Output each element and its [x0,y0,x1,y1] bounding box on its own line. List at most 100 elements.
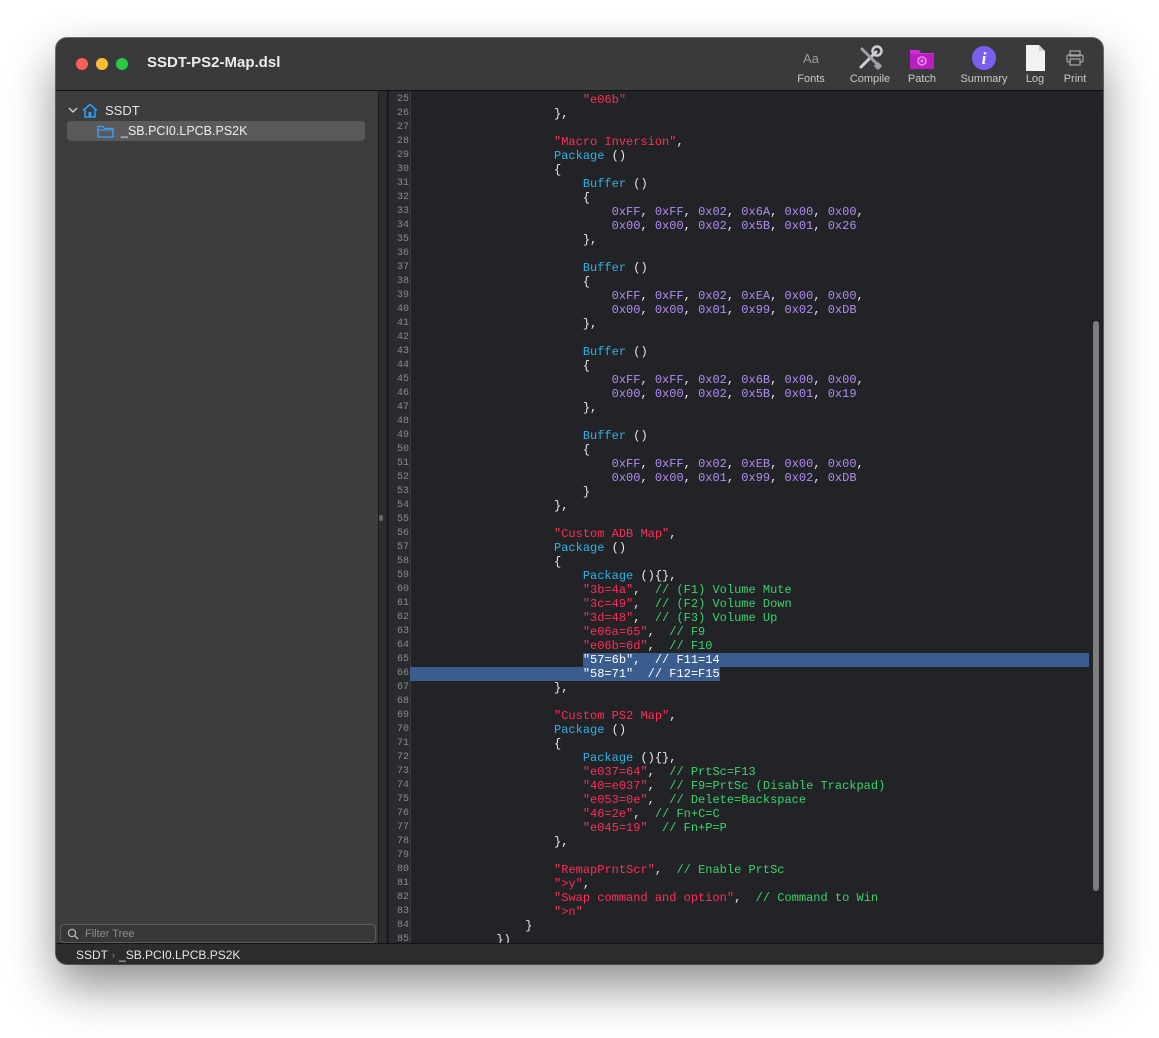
line-text[interactable]: 0xFF, 0xFF, 0x02, 0xEB, 0x00, 0x00, [410,457,864,471]
line-text[interactable]: "Custom ADB Map", [410,527,676,541]
line-text[interactable]: "3c=49", // (F2) Volume Down [410,597,792,611]
line-text[interactable]: "e06b" [410,93,626,107]
line-text[interactable]: "Macro Inversion", [410,135,684,149]
zoom-window-button[interactable] [116,58,128,70]
summary-button[interactable]: i Summary [956,44,1012,88]
code-line[interactable]: 46 0x00, 0x00, 0x02, 0x5B, 0x01, 0x19 [397,387,1089,401]
line-text[interactable]: }, [410,401,597,415]
line-text[interactable]: { [410,275,590,289]
line-text[interactable]: } [410,485,590,499]
line-text[interactable]: 0xFF, 0xFF, 0x02, 0xEA, 0x00, 0x00, [410,289,864,303]
line-text[interactable]: Package (){}, [410,751,677,765]
code-line[interactable]: 76 "46=2e", // Fn+C=C [397,807,1089,821]
code-line[interactable]: 47 }, [397,401,1089,415]
code-line[interactable]: 36 [397,247,1089,261]
code-line[interactable]: 43 Buffer () [397,345,1089,359]
close-window-button[interactable] [76,58,88,70]
code-line[interactable]: 35 }, [397,233,1089,247]
line-text[interactable]: "46=2e", // Fn+C=C [410,807,720,821]
line-text[interactable]: 0x00, 0x00, 0x01, 0x99, 0x02, 0xDB [410,471,857,485]
line-text[interactable]: { [410,191,590,205]
code-area[interactable]: 25 "e06b" 26 }, 27 28 "Macro Inversion", 29 … [397,91,1089,943]
code-line[interactable]: 61 "3c=49", // (F2) Volume Down [397,597,1089,611]
line-text[interactable]: Buffer () [410,177,648,191]
line-text[interactable]: { [410,443,590,457]
line-text[interactable]: 0x00, 0x00, 0x02, 0x5B, 0x01, 0x26 [410,219,857,233]
line-text[interactable]: 0xFF, 0xFF, 0x02, 0x6A, 0x00, 0x00, [410,205,864,219]
fonts-button[interactable]: Aa Fonts [794,44,828,88]
code-line[interactable]: 51 0xFF, 0xFF, 0x02, 0xEB, 0x00, 0x00, [397,457,1089,471]
line-text[interactable]: }, [410,233,597,247]
line-text[interactable]: "Custom PS2 Map", [410,709,676,723]
code-line[interactable]: 62 "3d=48", // (F3) Volume Up [397,611,1089,625]
code-line[interactable]: 44 { [397,359,1089,373]
line-text[interactable]: }, [410,107,568,121]
line-text[interactable]: } [410,919,532,933]
tree-item-ps2k[interactable]: _SB.PCI0.LPCB.PS2K [67,121,365,141]
line-text[interactable]: { [410,163,561,177]
line-text[interactable]: Package (){}, [410,569,677,583]
filter-tree-input[interactable] [85,927,365,940]
code-line[interactable]: 72 Package (){}, [397,751,1089,765]
code-line[interactable]: 50 { [397,443,1089,457]
code-line[interactable]: 83 ">n" [397,905,1089,919]
line-text[interactable]: }, [410,317,597,331]
line-text[interactable]: "RemapPrntScr", // Enable PrtSc [410,863,784,877]
line-text[interactable]: Package () [410,149,626,163]
code-line[interactable]: 39 0xFF, 0xFF, 0x02, 0xEA, 0x00, 0x00, [397,289,1089,303]
code-line[interactable]: 33 0xFF, 0xFF, 0x02, 0x6A, 0x00, 0x00, [397,205,1089,219]
print-button[interactable]: Print [1058,44,1092,88]
code-line[interactable]: 48 [397,415,1089,429]
line-text[interactable]: Package () [410,541,626,555]
code-line[interactable]: 75 "e053=0e", // Delete=Backspace [397,793,1089,807]
code-line[interactable]: 52 0x00, 0x00, 0x01, 0x99, 0x02, 0xDB [397,471,1089,485]
code-line[interactable]: 45 0xFF, 0xFF, 0x02, 0x6B, 0x00, 0x00, [397,373,1089,387]
path-node[interactable]: _SB.PCI0.LPCB.PS2K [119,948,240,962]
line-text[interactable]: ">y", [410,877,590,891]
line-text[interactable]: }, [410,835,568,849]
line-text[interactable]: "e037=64", // PrtSc=F13 [410,765,756,779]
code-line[interactable]: 58 { [397,555,1089,569]
patch-button[interactable]: Patch [904,44,940,88]
code-line[interactable]: 84 } [397,919,1089,933]
code-line[interactable]: 27 [397,121,1089,135]
line-text[interactable]: 0x00, 0x00, 0x01, 0x99, 0x02, 0xDB [410,303,857,317]
code-line[interactable]: 49 Buffer () [397,429,1089,443]
line-text[interactable]: { [410,737,561,751]
code-line[interactable]: 26 }, [397,107,1089,121]
code-line[interactable]: 73 "e037=64", // PrtSc=F13 [397,765,1089,779]
code-line[interactable]: 40 0x00, 0x00, 0x01, 0x99, 0x02, 0xDB [397,303,1089,317]
line-text[interactable]: { [410,359,590,373]
log-button[interactable]: Log [1020,44,1050,88]
code-line[interactable]: 37 Buffer () [397,261,1089,275]
line-text[interactable]: "Swap command and option", // Command to… [410,891,878,905]
code-line[interactable]: 74 "40=e037", // F9=PrtSc (Disable Track… [397,779,1089,793]
code-line[interactable]: 38 { [397,275,1089,289]
line-text[interactable]: Buffer () [410,261,648,275]
line-text[interactable]: "e06b=6d", // F10 [410,639,713,653]
line-text[interactable]: Buffer () [410,429,648,443]
line-text[interactable]: }) [410,933,510,943]
line-text[interactable]: Package () [410,723,626,737]
code-line[interactable]: 59 Package (){}, [397,569,1089,583]
code-line[interactable]: 79 [397,849,1089,863]
code-line[interactable]: 63 "e06a=65", // F9 [397,625,1089,639]
code-line[interactable]: 54 }, [397,499,1089,513]
line-text[interactable]: ">n" [410,905,583,919]
compile-button[interactable]: Compile [846,44,894,88]
code-line[interactable]: 60 "3b=4a", // (F1) Volume Mute [397,583,1089,597]
line-text[interactable]: Buffer () [410,345,648,359]
vertical-scrollbar[interactable] [1093,321,1099,891]
code-line[interactable]: 77 "e045=19" // Fn+P=P [397,821,1089,835]
code-line[interactable]: 68 [397,695,1089,709]
code-line[interactable]: 41 }, [397,317,1089,331]
code-line[interactable]: 57 Package () [397,541,1089,555]
code-line[interactable]: 42 [397,331,1089,345]
code-line[interactable]: 55 [397,513,1089,527]
line-text[interactable]: "e045=19" // Fn+P=P [410,821,727,835]
code-line[interactable]: 64 "e06b=6d", // F10 [397,639,1089,653]
code-line[interactable]: 53 } [397,485,1089,499]
code-line[interactable]: 34 0x00, 0x00, 0x02, 0x5B, 0x01, 0x26 [397,219,1089,233]
line-text[interactable]: 0x00, 0x00, 0x02, 0x5B, 0x01, 0x19 [410,387,857,401]
line-text[interactable]: "e053=0e", // Delete=Backspace [410,793,806,807]
